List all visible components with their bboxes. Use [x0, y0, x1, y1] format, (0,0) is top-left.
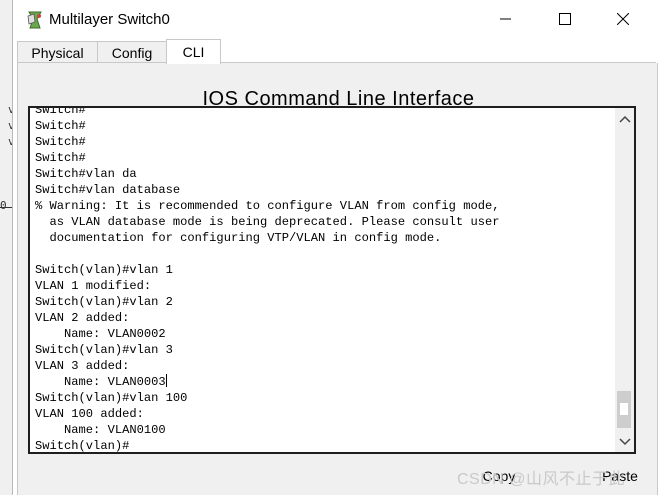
- background-text: 0: [0, 199, 7, 212]
- terminal-line: Name: VLAN0003: [35, 375, 166, 389]
- terminal-line: VLAN 3 added:: [35, 359, 130, 373]
- chevron-up-icon: [618, 115, 631, 123]
- terminal-line: Switch(vlan)#: [35, 439, 130, 453]
- title-bar[interactable]: Multilayer Switch0: [13, 0, 663, 38]
- terminal-line: documentation for configuring VTP/VLAN i…: [35, 231, 442, 245]
- maximize-icon: [559, 13, 571, 25]
- terminal-line: Switch#: [35, 151, 86, 165]
- tab-cli[interactable]: CLI: [166, 39, 221, 64]
- scroll-up-button[interactable]: [615, 110, 634, 128]
- terminal-line: VLAN 2 added:: [35, 311, 130, 325]
- terminal-line: Switch#: [35, 119, 86, 133]
- window-title: Multilayer Switch0: [49, 11, 170, 28]
- close-button[interactable]: [600, 0, 646, 38]
- tab-divider: [17, 62, 656, 63]
- terminal-line: VLAN 1 modified:: [35, 279, 152, 293]
- cli-terminal[interactable]: Switch# Switch# Switch# Switch# Switch#v…: [28, 106, 636, 454]
- tab-config[interactable]: Config: [97, 41, 167, 63]
- vertical-scrollbar[interactable]: [615, 108, 634, 452]
- terminal-line: Switch(vlan)#vlan 100: [35, 391, 188, 405]
- close-icon: [617, 13, 629, 25]
- terminal-line: Switch(vlan)#vlan 3: [35, 343, 173, 357]
- background-window-edge: v v v 0: [0, 95, 15, 235]
- minimize-button[interactable]: [483, 0, 529, 38]
- terminal-line: as VLAN database mode is being deprecate…: [35, 215, 500, 229]
- terminal-line: Switch#: [35, 106, 86, 117]
- tab-physical[interactable]: Physical: [17, 41, 98, 63]
- switch-device-icon: [27, 11, 42, 29]
- chevron-down-icon: [618, 438, 631, 446]
- terminal-line: % Warning: It is recommended to configur…: [35, 199, 500, 213]
- terminal-line: Switch#vlan da: [35, 167, 137, 181]
- device-window: Multilayer Switch0 Physical Config CLI I…: [12, 0, 663, 495]
- terminal-line: Name: VLAN0100: [35, 423, 166, 437]
- terminal-line: Switch#vlan database: [35, 183, 181, 197]
- terminal-line: Switch(vlan)#vlan 1: [35, 263, 173, 277]
- terminal-line: Name: VLAN0002: [35, 327, 166, 341]
- scroll-down-button[interactable]: [615, 433, 634, 451]
- terminal-line: Switch#: [35, 135, 86, 149]
- minimize-icon: [500, 18, 511, 20]
- terminal-output[interactable]: Switch# Switch# Switch# Switch# Switch#v…: [35, 106, 500, 453]
- terminal-line: Switch(vlan)#vlan 2: [35, 295, 173, 309]
- scroll-thumb[interactable]: [617, 391, 631, 428]
- text-cursor: [165, 374, 167, 387]
- watermark-text: CSDN @山风不止于此: [457, 471, 626, 488]
- background-underline: [0, 207, 12, 208]
- terminal-line: VLAN 100 added:: [35, 407, 144, 421]
- maximize-button[interactable]: [542, 0, 588, 38]
